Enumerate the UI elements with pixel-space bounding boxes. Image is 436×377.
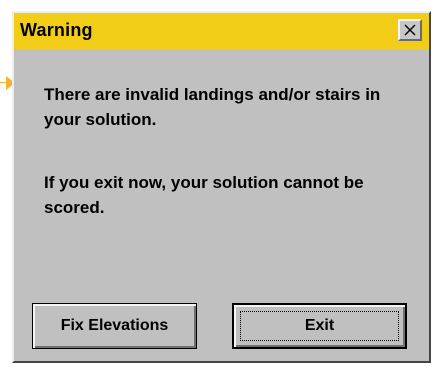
warning-dialog: Warning There are invalid landings and/o… bbox=[12, 11, 431, 363]
warning-message-invalid-landings: There are invalid landings and/or stairs… bbox=[44, 85, 381, 129]
dialog-titlebar[interactable]: Warning bbox=[14, 13, 429, 49]
exit-button[interactable]: Exit bbox=[232, 303, 407, 349]
warning-message-cannot-score: If you exit now, your solution cannot be… bbox=[44, 173, 364, 217]
exit-label: Exit bbox=[304, 317, 335, 334]
dialog-title: Warning bbox=[20, 20, 93, 40]
close-button[interactable] bbox=[398, 19, 422, 41]
screen-canvas: Warning There are invalid landings and/o… bbox=[0, 0, 436, 377]
fix-elevations-button[interactable]: Fix Elevations bbox=[32, 303, 197, 349]
fix-elevations-label: Fix Elevations bbox=[60, 317, 169, 334]
close-icon bbox=[404, 24, 416, 36]
